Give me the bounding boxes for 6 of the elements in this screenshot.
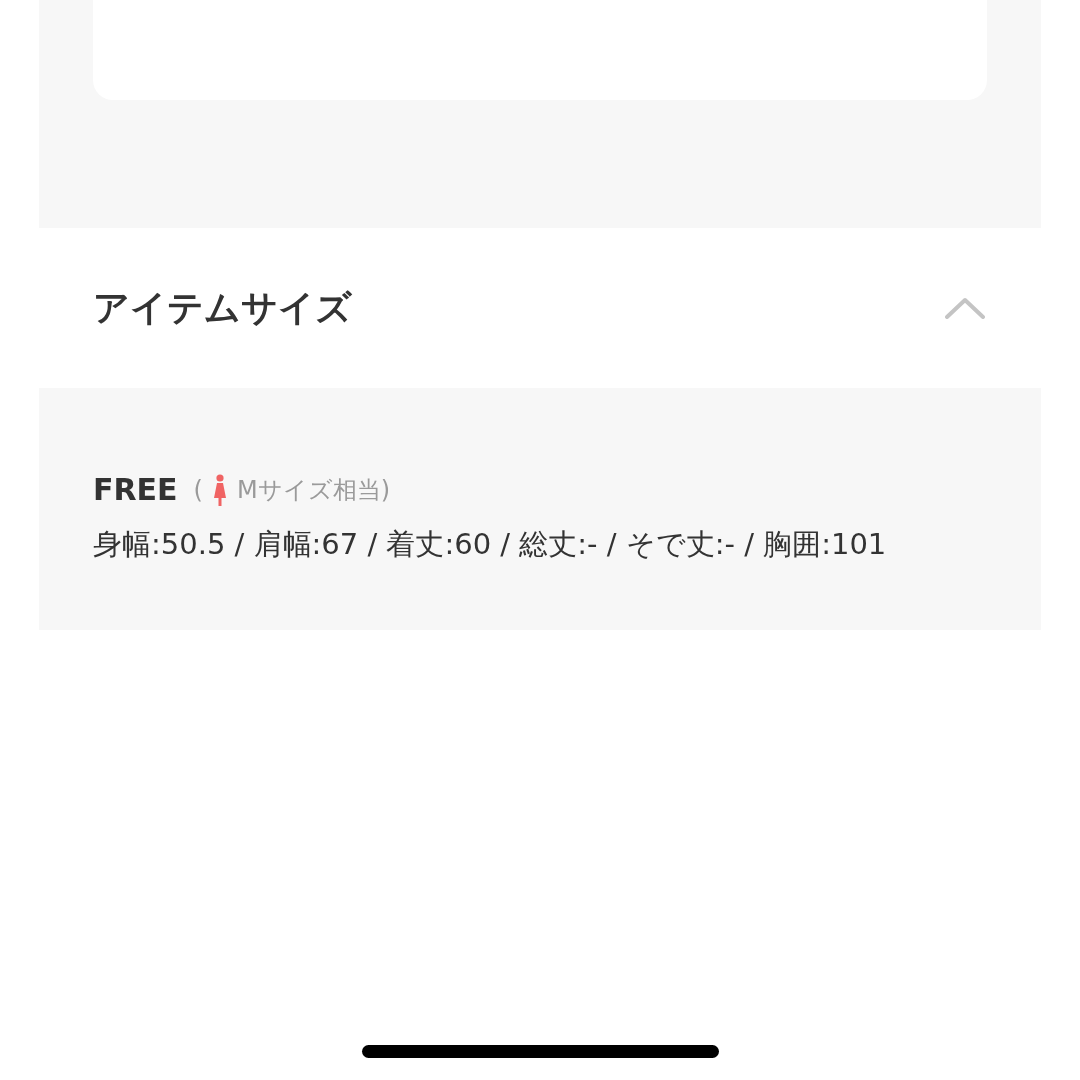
woman-icon [212,473,227,506]
measurements-text: 身幅:50.5 / 肩幅:67 / 着丈:60 / 総丈:- / そで丈:- / 胸囲:101 [93,526,888,563]
paren-text: ( [193,475,203,504]
size-label: FREE [93,472,178,507]
section-title: アイテムサイズ [93,285,352,330]
size-equivalent: Mサイズ相当) [236,474,391,506]
